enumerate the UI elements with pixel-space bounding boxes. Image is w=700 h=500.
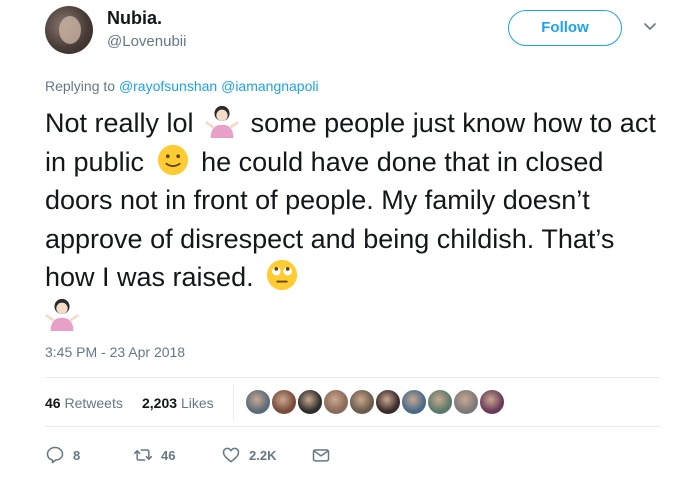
tweet-text: Not really lol some people just know how… [45, 104, 665, 335]
tweet-text-part: Not really lol [45, 108, 194, 138]
retweet-icon [133, 449, 153, 461]
like-count: 2.2K [249, 447, 277, 463]
slightly-smiling-face-icon [157, 144, 188, 175]
replying-to-label: Replying to [45, 78, 116, 94]
reply-icon [46, 446, 64, 464]
liker-avatar[interactable] [271, 389, 297, 415]
tweet-header: Nubia. @Lovenubii Follow [0, 0, 700, 70]
user-handle[interactable]: @Lovenubii [107, 33, 186, 50]
retweets-label: Retweets [64, 395, 123, 411]
liker-avatar[interactable] [375, 389, 401, 415]
liker-avatar[interactable] [427, 389, 453, 415]
liker-avatar[interactable] [323, 389, 349, 415]
liker-avatar[interactable] [401, 389, 427, 415]
retweet-button[interactable]: 46 [133, 443, 175, 467]
person-shrugging-icon [45, 298, 79, 331]
likes-label: Likes [180, 395, 214, 411]
like-button[interactable]: 2.2K [221, 443, 276, 467]
reply-button[interactable]: 8 [45, 443, 80, 467]
retweets-stat[interactable]: 46 Retweets [45, 395, 123, 411]
avatar[interactable] [45, 6, 93, 54]
liker-avatar[interactable] [245, 389, 271, 415]
reply-count: 8 [73, 447, 81, 463]
heart-icon [222, 447, 240, 463]
liker-avatar[interactable] [349, 389, 375, 415]
tweet-actions: 8 46 2.2K [45, 443, 445, 467]
mention-link[interactable]: @rayofsunshan [119, 78, 217, 94]
mention-link[interactable]: @iamangnapoli [221, 78, 319, 94]
liker-avatar[interactable] [479, 389, 505, 415]
liker-avatar[interactable] [453, 389, 479, 415]
likes-stat[interactable]: 2,203 Likes [142, 395, 214, 411]
retweets-count: 46 [45, 395, 61, 411]
likes-count: 2,203 [142, 395, 178, 411]
person-shrugging-icon [205, 105, 239, 138]
liker-avatar[interactable] [297, 389, 323, 415]
display-name[interactable]: Nubia. [107, 8, 162, 29]
follow-button[interactable]: Follow [508, 10, 622, 46]
retweet-count: 46 [161, 447, 176, 463]
replying-to-line: Replying to @rayofsunshan @iamangnapoli [45, 78, 319, 94]
envelope-icon [312, 449, 330, 462]
tweet-timestamp[interactable]: 3:45 PM - 23 Apr 2018 [45, 344, 185, 360]
direct-message-button[interactable] [311, 443, 331, 467]
engagement-stats: 46 Retweets 2,203 Likes [45, 377, 660, 427]
stats-divider [233, 385, 234, 421]
face-with-rolling-eyes-icon [266, 259, 298, 291]
chevron-down-icon[interactable] [640, 16, 660, 36]
